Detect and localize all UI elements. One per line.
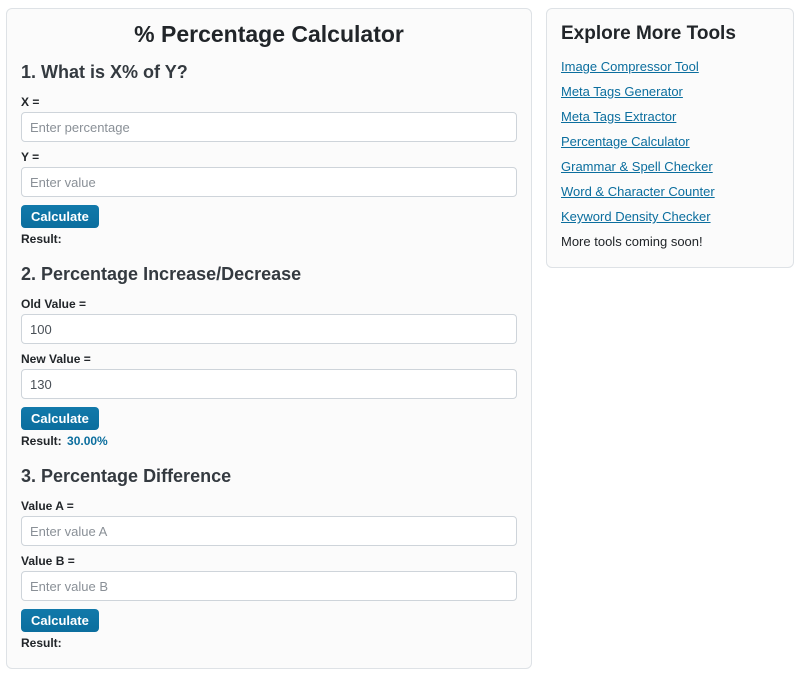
- y-input[interactable]: [21, 167, 517, 197]
- section3-heading: 3. Percentage Difference: [21, 466, 517, 487]
- result-3-label: Result:: [21, 636, 62, 650]
- result-1-label: Result:: [21, 232, 62, 246]
- value-b-input[interactable]: [21, 571, 517, 601]
- x-label: X =: [21, 95, 517, 109]
- x-input[interactable]: [21, 112, 517, 142]
- main-panel: % Percentage Calculator 1. What is X% of…: [6, 8, 532, 669]
- tool-link-meta-tags-generator[interactable]: Meta Tags Generator: [561, 84, 779, 99]
- result-2-value: 30.00%: [67, 434, 108, 448]
- old-value-label: Old Value =: [21, 297, 517, 311]
- tool-link-percentage-calculator[interactable]: Percentage Calculator: [561, 134, 779, 149]
- old-value-input[interactable]: [21, 314, 517, 344]
- tool-link-grammar-spell-checker[interactable]: Grammar & Spell Checker: [561, 159, 779, 174]
- result-1: Result:: [21, 232, 517, 246]
- result-2-label: Result:: [21, 434, 62, 448]
- calculate-button-2[interactable]: Calculate: [21, 407, 99, 430]
- tool-link-meta-tags-extractor[interactable]: Meta Tags Extractor: [561, 109, 779, 124]
- more-tools-note: More tools coming soon!: [561, 234, 779, 249]
- new-value-input[interactable]: [21, 369, 517, 399]
- value-b-label: Value B =: [21, 554, 517, 568]
- calculate-button-1[interactable]: Calculate: [21, 205, 99, 228]
- tool-link-word-character-counter[interactable]: Word & Character Counter: [561, 184, 779, 199]
- calculate-button-3[interactable]: Calculate: [21, 609, 99, 632]
- y-label: Y =: [21, 150, 517, 164]
- result-3: Result:: [21, 636, 517, 650]
- sidebar-heading: Explore More Tools: [561, 23, 779, 45]
- section1-heading: 1. What is X% of Y?: [21, 62, 517, 83]
- new-value-label: New Value =: [21, 352, 517, 366]
- page-title: % Percentage Calculator: [21, 21, 517, 48]
- sidebar-panel: Explore More Tools Image Compressor Tool…: [546, 8, 794, 268]
- section2-heading: 2. Percentage Increase/Decrease: [21, 264, 517, 285]
- value-a-label: Value A =: [21, 499, 517, 513]
- value-a-input[interactable]: [21, 516, 517, 546]
- tool-link-image-compressor[interactable]: Image Compressor Tool: [561, 59, 779, 74]
- result-2: Result: 30.00%: [21, 434, 517, 448]
- tool-link-keyword-density-checker[interactable]: Keyword Density Checker: [561, 209, 779, 224]
